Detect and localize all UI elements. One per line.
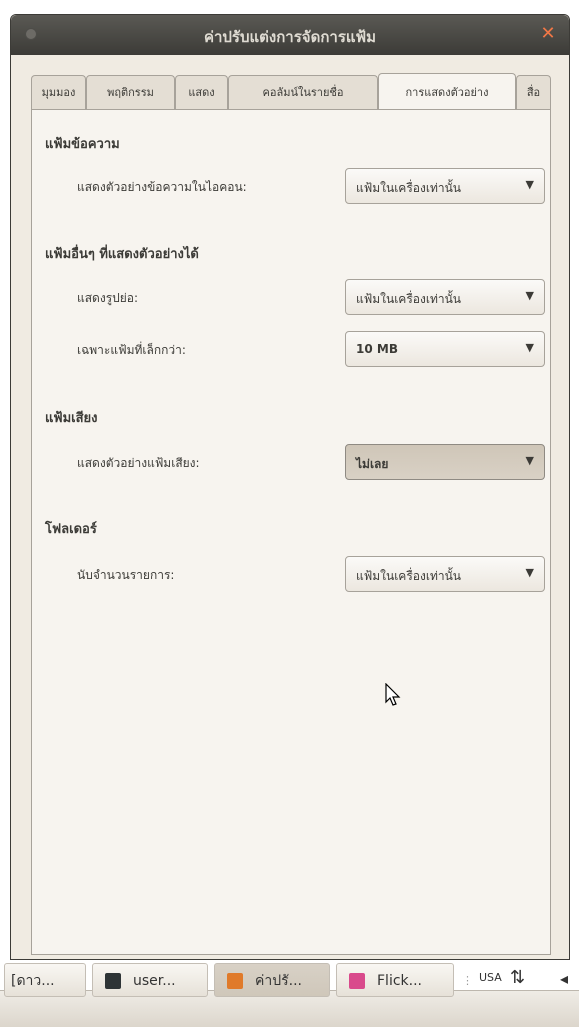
volume-icon[interactable]: ◂ bbox=[560, 969, 568, 988]
tab-views[interactable]: มุมมอง bbox=[31, 75, 86, 109]
chevron-down-icon: ▼ bbox=[525, 454, 534, 467]
text-preview-dropdown[interactable]: แฟ้มในเครื่องเท่านั้น ▼ bbox=[345, 168, 545, 204]
count-items-value: แฟ้มในเครื่องเท่านั้น bbox=[356, 569, 461, 583]
tab-media[interactable]: สื่อ bbox=[516, 75, 551, 109]
taskbar: [ดาว... user... ค่าปรั... Flick... ⋮ USA… bbox=[0, 963, 579, 1027]
preferences-window: ค่าปรับแต่งการจัดการแฟ้ม ✕ มุมมอง พฤติกร… bbox=[10, 14, 570, 960]
taskbar-label: user... bbox=[133, 973, 176, 989]
keyboard-layout-indicator[interactable]: USA bbox=[479, 971, 502, 984]
network-icon[interactable]: ⇅ bbox=[510, 967, 525, 988]
section-other-previewable: แฟ้มอื่นๆ ที่แสดงตัวอย่างได้ bbox=[45, 247, 199, 262]
chevron-down-icon: ▼ bbox=[525, 341, 534, 354]
taskbar-label: [ดาว... bbox=[11, 973, 55, 989]
tab-bar: มุมมอง พฤติกรรม แสดง คอลัมน์ในรายชื่อ กา… bbox=[31, 73, 551, 109]
title-bar[interactable]: ค่าปรับแต่งการจัดการแฟ้ม ✕ bbox=[11, 15, 569, 55]
taskbar-label: ค่าปรั... bbox=[255, 973, 302, 989]
sound-preview-label: แสดงตัวอย่างแฟ้มเสียง: bbox=[77, 456, 200, 470]
chevron-down-icon: ▼ bbox=[525, 289, 534, 302]
taskbar-label: Flick... bbox=[377, 973, 422, 989]
size-limit-dropdown[interactable]: 10 MB ▼ bbox=[345, 331, 545, 367]
sound-preview-value: ไม่เลย bbox=[356, 457, 389, 471]
size-limit-value: 10 MB bbox=[356, 342, 398, 356]
mouse-pointer-icon bbox=[385, 683, 401, 706]
section-sound-files: แฟ้มเสียง bbox=[45, 411, 98, 426]
taskbar-item-preferences[interactable]: ค่าปรั... bbox=[214, 963, 330, 997]
thumbnail-label: แสดงรูปย่อ: bbox=[77, 291, 139, 305]
window-title: ค่าปรับแต่งการจัดการแฟ้ม bbox=[203, 28, 377, 46]
taskbar-item-terminal[interactable]: user... bbox=[92, 963, 208, 997]
section-text-files: แฟ้มข้อความ bbox=[45, 137, 120, 152]
tab-behavior[interactable]: พฤติกรรม bbox=[86, 75, 175, 109]
close-button[interactable]: ✕ bbox=[537, 23, 559, 45]
count-items-dropdown[interactable]: แฟ้มในเครื่องเท่านั้น ▼ bbox=[345, 556, 545, 592]
terminal-icon bbox=[105, 973, 121, 989]
tab-list-columns[interactable]: คอลัมน์ในรายชื่อ bbox=[228, 75, 378, 109]
separator-icon: ⋮ bbox=[462, 974, 473, 987]
photo-app-icon bbox=[349, 973, 365, 989]
thumbnail-dropdown[interactable]: แฟ้มในเครื่องเท่านั้น ▼ bbox=[345, 279, 545, 315]
taskbar-item-downloads[interactable]: [ดาว... bbox=[4, 963, 86, 997]
thumbnail-value: แฟ้มในเครื่องเท่านั้น bbox=[356, 292, 461, 306]
count-items-label: นับจำนวนรายการ: bbox=[77, 568, 175, 582]
taskbar-item-flickr[interactable]: Flick... bbox=[336, 963, 454, 997]
size-limit-label: เฉพาะแฟ้มที่เล็กกว่า: bbox=[77, 343, 186, 357]
preferences-icon bbox=[227, 973, 243, 989]
chevron-down-icon: ▼ bbox=[525, 566, 534, 579]
text-preview-label: แสดงตัวอย่างข้อความในไอคอน: bbox=[77, 180, 247, 194]
chevron-down-icon: ▼ bbox=[525, 178, 534, 191]
section-folders: โฟลเดอร์ bbox=[45, 522, 97, 537]
tab-preview[interactable]: การแสดงตัวอย่าง bbox=[378, 73, 516, 109]
tab-display[interactable]: แสดง bbox=[175, 75, 228, 109]
sound-preview-dropdown[interactable]: ไม่เลย ▼ bbox=[345, 444, 545, 480]
preview-panel bbox=[31, 109, 551, 955]
text-preview-value: แฟ้มในเครื่องเท่านั้น bbox=[356, 181, 461, 195]
